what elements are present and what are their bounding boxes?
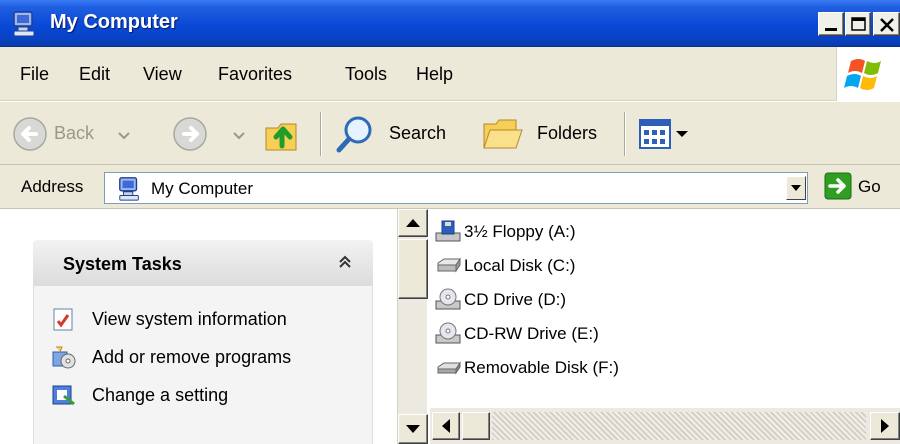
removable-disk-icon [437, 361, 461, 375]
horizontal-scroll-thumb[interactable] [462, 412, 490, 440]
folders-button[interactable] [482, 114, 526, 154]
scroll-up-button[interactable] [398, 209, 428, 237]
arrow-left-icon [442, 419, 450, 433]
window-title: My Computer [50, 11, 178, 33]
folders-icon [483, 119, 523, 149]
system-tasks-header[interactable]: System Tasks [33, 240, 373, 286]
forward-button[interactable] [172, 116, 210, 154]
views-button[interactable] [638, 118, 694, 152]
system-tasks-body: View system information Add or remove pr… [33, 286, 373, 444]
address-input[interactable]: My Computer [104, 172, 808, 204]
title-bar[interactable]: My Computer [0, 0, 900, 47]
chevron-down-icon [791, 185, 801, 191]
my-computer-icon [13, 11, 35, 37]
system-tasks-panel: System Tasks View system information Add… [33, 240, 373, 444]
menu-tools[interactable]: Tools [345, 64, 387, 85]
folders-label[interactable]: Folders [537, 123, 597, 144]
task-pane: System Tasks View system information Add… [0, 209, 397, 444]
address-dropdown-button[interactable] [786, 176, 806, 200]
address-value: My Computer [151, 179, 254, 198]
menu-bar: File Edit View Favorites Tools Help [0, 47, 900, 101]
scroll-left-button[interactable] [432, 412, 460, 440]
back-dropdown-icon[interactable] [117, 131, 131, 141]
forward-dropdown-icon[interactable] [232, 131, 246, 141]
views-icon [639, 119, 688, 149]
close-button[interactable] [873, 12, 900, 36]
horizontal-scroll-track[interactable] [492, 412, 866, 440]
up-folder-button[interactable] [262, 112, 306, 156]
drive-label: CD-RW Drive (E:) [464, 324, 599, 343]
task-label: View system information [92, 309, 287, 329]
menu-view[interactable]: View [143, 64, 182, 85]
windows-logo-icon [836, 47, 900, 101]
scroll-right-button[interactable] [870, 412, 900, 440]
horizontal-scrollbar[interactable] [430, 408, 900, 444]
back-button[interactable] [12, 116, 50, 154]
task-label: Add or remove programs [92, 347, 292, 367]
collapse-chevron-icon[interactable] [335, 252, 355, 272]
search-label[interactable]: Search [389, 123, 446, 144]
search-button[interactable] [334, 112, 378, 156]
arrow-up-icon [406, 219, 420, 227]
close-icon [880, 18, 894, 32]
my-computer-icon [119, 177, 139, 201]
drive-list: 3½ Floppy (A:) Local Disk (C:) CD Drive … [430, 209, 900, 409]
forward-arrow-icon [173, 117, 207, 151]
maximize-button[interactable] [845, 12, 871, 36]
vertical-scrollbar[interactable] [397, 209, 428, 444]
back-label: Back [54, 123, 95, 143]
toolbar-separator [624, 112, 626, 156]
drive-label: Removable Disk (F:) [464, 358, 619, 377]
system-tasks-title: System Tasks [63, 254, 182, 274]
vertical-scroll-thumb[interactable] [398, 239, 428, 299]
search-icon [336, 116, 372, 153]
add-remove-programs-icon [52, 346, 76, 369]
menu-favorites[interactable]: Favorites [218, 64, 292, 85]
menu-edit[interactable]: Edit [79, 64, 110, 85]
address-label: Address [21, 177, 84, 196]
scroll-down-button[interactable] [398, 414, 428, 444]
go-arrow-icon [824, 172, 852, 200]
control-panel-icon [52, 385, 75, 406]
menu-help[interactable]: Help [416, 64, 453, 85]
cd-rw-drive-icon [435, 322, 461, 344]
maximize-icon [851, 17, 866, 31]
task-label: Change a setting [92, 385, 229, 405]
standard-toolbar: Back Search Folders [0, 101, 900, 165]
hard-disk-icon [437, 257, 461, 273]
drive-label: 3½ Floppy (A:) [464, 222, 576, 241]
minimize-button[interactable] [818, 12, 844, 36]
floppy-drive-icon [435, 220, 461, 242]
explorer-content: System Tasks View system information Add… [0, 209, 900, 444]
toolbar-separator [320, 112, 322, 156]
address-bar: Address My Computer Go [0, 165, 900, 209]
back-arrow-icon [13, 117, 47, 151]
minimize-icon [825, 28, 837, 31]
go-button[interactable] [824, 172, 852, 200]
up-folder-icon [265, 123, 297, 151]
arrow-down-icon [406, 425, 420, 433]
go-label[interactable]: Go [858, 177, 881, 197]
drive-label: CD Drive (D:) [464, 290, 566, 309]
cd-drive-icon [435, 288, 461, 310]
menu-file[interactable]: File [20, 64, 49, 85]
system-info-icon [53, 308, 73, 331]
drive-label: Local Disk (C:) [464, 256, 576, 275]
arrow-right-icon [881, 419, 889, 433]
